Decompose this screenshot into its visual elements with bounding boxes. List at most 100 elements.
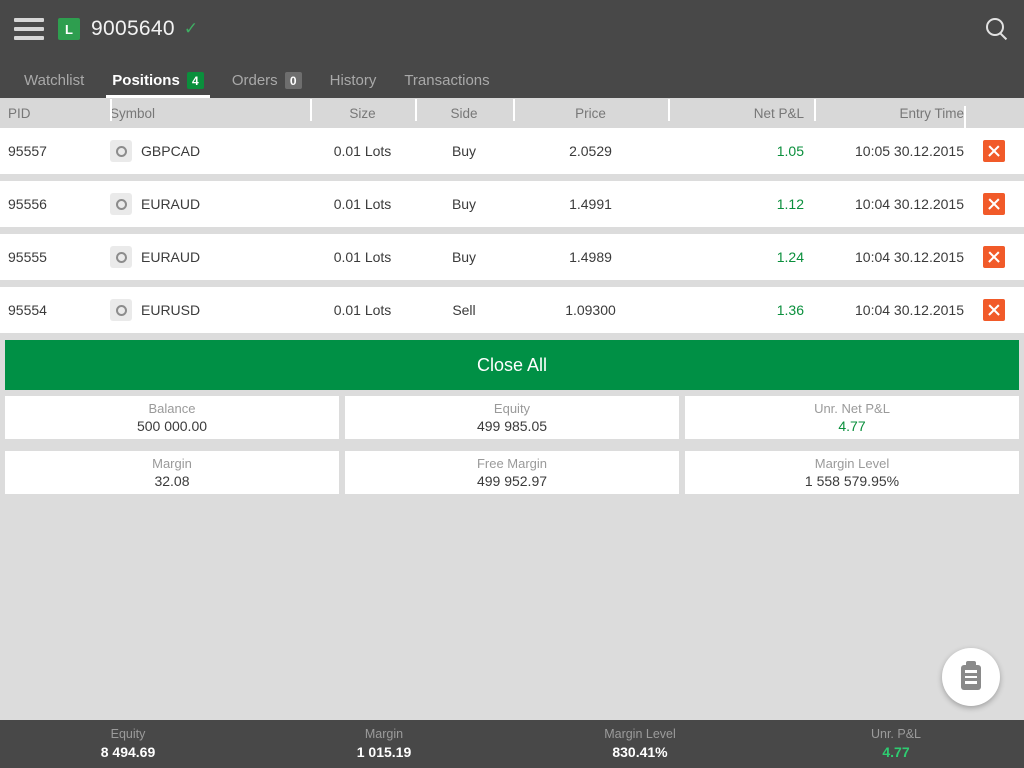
cell-size: 0.01 Lots [333,249,392,265]
tab-history[interactable]: History [316,72,391,98]
column-header-price[interactable]: Price [513,98,668,121]
cell-price: 1.4989 [569,249,612,265]
tab-badge-positions: 4 [186,72,204,89]
status-value: 8 494.69 [100,744,156,760]
summary-value: 499 952.97 [476,472,548,489]
column-header-side[interactable]: Side [415,98,513,121]
cell-net-pnl: 1.05 [776,143,804,159]
tab-label: History [329,72,377,89]
hamburger-menu-icon[interactable] [14,18,44,40]
account-verified-check-icon: ✓ [183,19,199,38]
column-header-entry-time[interactable]: Entry Time [814,98,964,121]
summary-label: Margin [152,455,192,471]
status-value: 830.41% [612,744,668,760]
close-all-button[interactable]: Close All [5,340,1019,390]
clipboard-icon [961,660,981,690]
status-margin: Margin 1 015.19 [256,726,512,762]
symbol-label: EURUSD [141,302,201,318]
symbol-label: GBPCAD [141,143,201,159]
summary-value: 499 985.05 [476,417,548,434]
tab-label: Transactions [404,72,490,89]
positions-table: 95557 GBPCAD 0.01 Lots Buy 2.0529 1.05 1… [0,128,1024,333]
symbol-circle-icon [110,246,132,268]
summary-label: Balance [148,400,196,416]
symbol-label: EURAUD [141,249,201,265]
status-equity: Equity 8 494.69 [0,726,256,762]
symbol-label: EURAUD [141,196,201,212]
cell-close [964,246,1024,268]
cell-symbol: EURAUD [110,246,310,268]
cell-net-pnl: 1.24 [776,249,804,265]
cell-size: 0.01 Lots [333,302,392,318]
top-bar: L 9005640 ✓ [0,0,1024,58]
cell-side: Sell [452,302,476,318]
cell-side: Buy [451,196,477,212]
table-row[interactable]: 95555 EURAUD 0.01 Lots Buy 1.4989 1.24 1… [0,234,1024,280]
summary-card-unr-net-pnl: Unr. Net P&L 4.77 [685,396,1019,439]
status-label: Margin [364,727,404,741]
cell-pid: 95555 [8,249,47,265]
column-header-size[interactable]: Size [310,98,415,121]
summary-value: 1 558 579.95% [804,472,900,489]
cell-net-pnl: 1.12 [776,196,804,212]
cell-symbol: EURAUD [110,193,310,215]
cell-symbol: EURUSD [110,299,310,321]
hamburger-line [14,27,44,31]
cell-net-pnl: 1.36 [776,302,804,318]
cell-symbol: GBPCAD [110,140,310,162]
status-label: Equity [110,727,146,741]
table-column-header: PID Symbol Size Side Price Net P&L Entry… [0,98,1024,128]
account-type-badge: L [58,18,80,40]
close-position-button[interactable] [983,299,1005,321]
search-icon[interactable] [984,16,1010,42]
cell-side: Buy [451,249,477,265]
symbol-circle-icon [110,193,132,215]
cell-price: 1.09300 [565,302,616,318]
account-number[interactable]: 9005640 [91,17,175,41]
summary-card-free-margin: Free Margin 499 952.97 [345,451,679,494]
cell-entry-time: 10:05 30.12.2015 [855,143,964,159]
column-header-net-pnl[interactable]: Net P&L [668,98,814,121]
tab-watchlist[interactable]: Watchlist [10,72,98,98]
account-summary: Balance 500 000.00 Equity 499 985.05 Unr… [0,396,1024,494]
status-label: Unr. P&L [870,727,922,741]
cell-price: 2.0529 [569,143,612,159]
tab-label: Positions [112,72,180,89]
close-position-button[interactable] [983,246,1005,268]
symbol-circle-icon [110,299,132,321]
cell-pid: 95557 [8,143,47,159]
summary-value: 500 000.00 [136,417,208,434]
cell-entry-time: 10:04 30.12.2015 [855,196,964,212]
cell-entry-time: 10:04 30.12.2015 [855,302,964,318]
column-header-pid[interactable]: PID [0,106,110,121]
status-label: Margin Level [604,727,676,741]
summary-label: Equity [493,400,531,416]
close-position-button[interactable] [983,193,1005,215]
status-value: 4.77 [882,744,910,760]
clipboard-fab-button[interactable] [942,648,1000,706]
summary-label: Margin Level [814,455,890,471]
tab-orders[interactable]: Orders 0 [218,72,316,98]
tab-positions[interactable]: Positions 4 [98,72,218,98]
status-unr-pnl: Unr. P&L 4.77 [768,726,1024,762]
summary-value: 4.77 [838,417,866,434]
tab-label: Orders [231,72,278,89]
tab-transactions[interactable]: Transactions [390,72,503,98]
close-position-button[interactable] [983,140,1005,162]
cell-entry-time: 10:04 30.12.2015 [855,249,964,265]
symbol-circle-icon [110,140,132,162]
cell-pid: 95556 [8,196,47,212]
status-value: 1 015.19 [356,744,412,760]
table-row[interactable]: 95557 GBPCAD 0.01 Lots Buy 2.0529 1.05 1… [0,128,1024,174]
status-bar: Equity 8 494.69 Margin 1 015.19 Margin L… [0,720,1024,768]
cell-close [964,193,1024,215]
table-row[interactable]: 95556 EURAUD 0.01 Lots Buy 1.4991 1.12 1… [0,181,1024,227]
trading-app: L 9005640 ✓ Watchlist Positions 4 Orders… [0,0,1024,768]
table-row[interactable]: 95554 EURUSD 0.01 Lots Sell 1.09300 1.36… [0,287,1024,333]
column-header-symbol[interactable]: Symbol [110,98,310,121]
summary-card-equity: Equity 499 985.05 [345,396,679,439]
tab-label: Watchlist [24,72,85,89]
cell-size: 0.01 Lots [333,196,392,212]
cell-pid: 95554 [8,302,47,318]
summary-card-margin-level: Margin Level 1 558 579.95% [685,451,1019,494]
